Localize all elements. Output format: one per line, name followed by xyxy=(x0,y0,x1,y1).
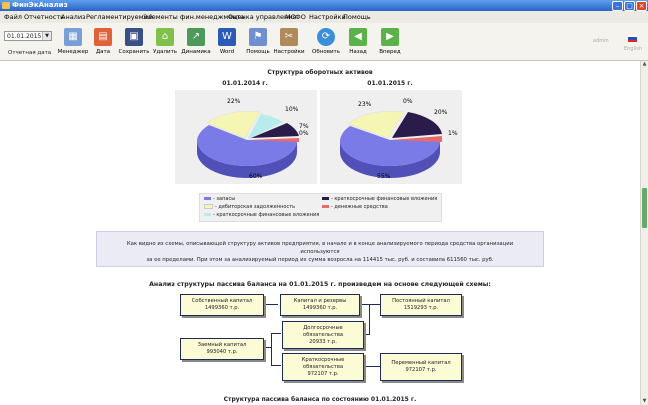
pie-2015-label-receivables: 23% xyxy=(358,101,372,108)
report-date-label: Отчетная дата xyxy=(8,50,52,56)
scroll-thumb[interactable] xyxy=(642,188,647,228)
pie-2014-label-inventory: 60% xyxy=(249,173,263,180)
report-date-value: 01.01.2015 xyxy=(7,33,42,40)
legend-item-receivables: - дебиторская задолженность xyxy=(204,204,295,210)
delete-icon: ⌂ xyxy=(156,28,174,46)
pie-2015-label-cash: 1% xyxy=(448,130,458,137)
chevron-down-icon[interactable]: ▼ xyxy=(42,32,51,40)
language-flag-icon[interactable] xyxy=(628,35,637,42)
pie-2015-label-inventory: 55% xyxy=(377,173,391,180)
pie-legend: - запасы - дебиторская задолженность - к… xyxy=(199,193,442,222)
refresh-button[interactable]: ⟳ Обновить xyxy=(309,26,343,58)
connector xyxy=(369,304,370,334)
borrowed-capital-box: Заемный капитал 993040 т.р. xyxy=(180,338,264,360)
help-icon: ⚑ xyxy=(249,28,267,46)
language-label[interactable]: English xyxy=(624,46,642,52)
note-line-2: за ее пределами. При этом за анализируем… xyxy=(146,257,494,263)
word-icon: W xyxy=(218,28,236,46)
help-button[interactable]: ⚑ Помощь xyxy=(241,26,275,58)
app-icon xyxy=(2,2,10,9)
connector xyxy=(271,333,281,334)
shortterm-liabilities-box: Краткосрочные обязательства 972107 т.р. xyxy=(282,353,364,381)
pie-2014-label-cash: 0% xyxy=(299,130,309,137)
menu-ifrs[interactable]: МСФО xyxy=(285,13,306,21)
pie-chart-2014: 22% 10% 7% 0% 60% xyxy=(175,90,317,184)
dynamics-button[interactable]: ↗ Динамика xyxy=(179,26,213,58)
connector xyxy=(271,333,272,365)
report-date-select[interactable]: 01.01.2015 ▼ xyxy=(4,31,52,41)
scroll-down-icon[interactable]: ▼ xyxy=(641,398,648,405)
forward-arrow-icon: ▶ xyxy=(381,28,399,46)
variable-capital-box: Переменный капитал 972107 т.р. xyxy=(380,353,462,381)
connector xyxy=(362,366,380,367)
pie-2015-label-dark: 20% xyxy=(434,109,448,116)
legend-item-cash: - денежные средства xyxy=(322,204,388,210)
settings-icon: ✂ xyxy=(280,28,298,46)
permanent-capital-box: Постоянный капитал 1519293 т.р. xyxy=(380,294,462,316)
vertical-scrollbar[interactable]: ▲ ▼ xyxy=(640,61,648,405)
maximize-button[interactable]: □ xyxy=(624,1,635,11)
back-arrow-icon: ◀ xyxy=(349,28,367,46)
window-title: ФинЭкАнализ xyxy=(12,1,68,9)
current-user: admin xyxy=(593,38,609,44)
manager-button[interactable]: ▦ Менеджер xyxy=(56,26,90,58)
connector xyxy=(264,304,278,305)
report-content: Структура оборотных активов 01.01.2014 г… xyxy=(0,61,640,405)
pie-chart-2015-svg: 23% 0% 20% 1% 55% xyxy=(340,98,458,180)
pie-2015-label-short-fin: 0% xyxy=(403,98,413,105)
pie-chart-2014-svg: 22% 10% 7% 0% 60% xyxy=(197,98,309,180)
menu-reports[interactable]: Отчетность xyxy=(24,13,64,21)
liabilities-structure-title: Анализ структуры пассива баланса на 01.0… xyxy=(149,281,491,288)
assets-structure-title: Структура оборотных активов xyxy=(267,69,373,76)
dynamics-icon: ↗ xyxy=(187,28,205,46)
menu-analysis[interactable]: Анализ xyxy=(61,13,86,21)
note-line-1: Как видно из схемы, описывающей структур… xyxy=(126,241,514,255)
minimize-button[interactable]: – xyxy=(612,1,623,11)
close-button[interactable]: × xyxy=(636,1,647,11)
date-button[interactable]: ▤ Дата xyxy=(86,26,120,58)
menu-settings[interactable]: Настройки xyxy=(309,13,346,21)
pie-2014-label-dark: 7% xyxy=(299,123,309,130)
settings-button[interactable]: ✂ Настройки xyxy=(272,26,306,58)
word-button[interactable]: W Word xyxy=(210,26,244,58)
delete-button[interactable]: ⌂ Удалить xyxy=(148,26,182,58)
toolbar: 01.01.2015 ▼ Отчетная дата ▦ Менеджер ▤ … xyxy=(0,23,648,61)
manager-icon: ▦ xyxy=(64,28,82,46)
liabilities-balance-title: Структура пассива баланса по состоянию 0… xyxy=(223,396,417,403)
menu-file[interactable]: Файл xyxy=(4,13,22,21)
chart-2014-title: 01.01.2014 г. xyxy=(222,80,268,87)
connector xyxy=(271,365,281,366)
refresh-icon: ⟳ xyxy=(317,28,335,46)
capital-reserves-box: Капитал и резервы 1499360 т.р. xyxy=(280,294,360,316)
legend-item-short-fin-2: - краткосрочные финансовые вложения xyxy=(322,196,437,202)
longterm-liabilities-box: Долгосрочные обязательства 20933 т.р. xyxy=(282,321,364,349)
menu-help[interactable]: Помощь xyxy=(343,13,371,21)
back-button[interactable]: ◀ Назад xyxy=(341,26,375,58)
equity-box: Собственный капитал 1499360 т.р. xyxy=(180,294,264,316)
pie-chart-2015: 23% 0% 20% 1% 55% xyxy=(320,90,462,184)
calendar-icon: ▤ xyxy=(94,28,112,46)
chart-2015-title: 01.01.2015 г. xyxy=(367,80,413,87)
window-titlebar: ФинЭкАнализ – □ × xyxy=(0,0,648,11)
pie-2014-label-receivables: 22% xyxy=(227,98,241,105)
legend-item-inventory: - запасы xyxy=(204,196,235,202)
pie-2014-label-short-fin: 10% xyxy=(285,106,299,113)
legend-item-short-fin: - краткосрочные финансовые вложения xyxy=(204,212,319,218)
save-icon: ▣ xyxy=(125,28,143,46)
scroll-up-icon[interactable]: ▲ xyxy=(641,61,648,68)
assets-conclusion-note: Как видно из схемы, описывающей структур… xyxy=(96,231,544,267)
forward-button[interactable]: ▶ Вперед xyxy=(373,26,407,58)
save-button[interactable]: ▣ Сохранить xyxy=(117,26,151,58)
